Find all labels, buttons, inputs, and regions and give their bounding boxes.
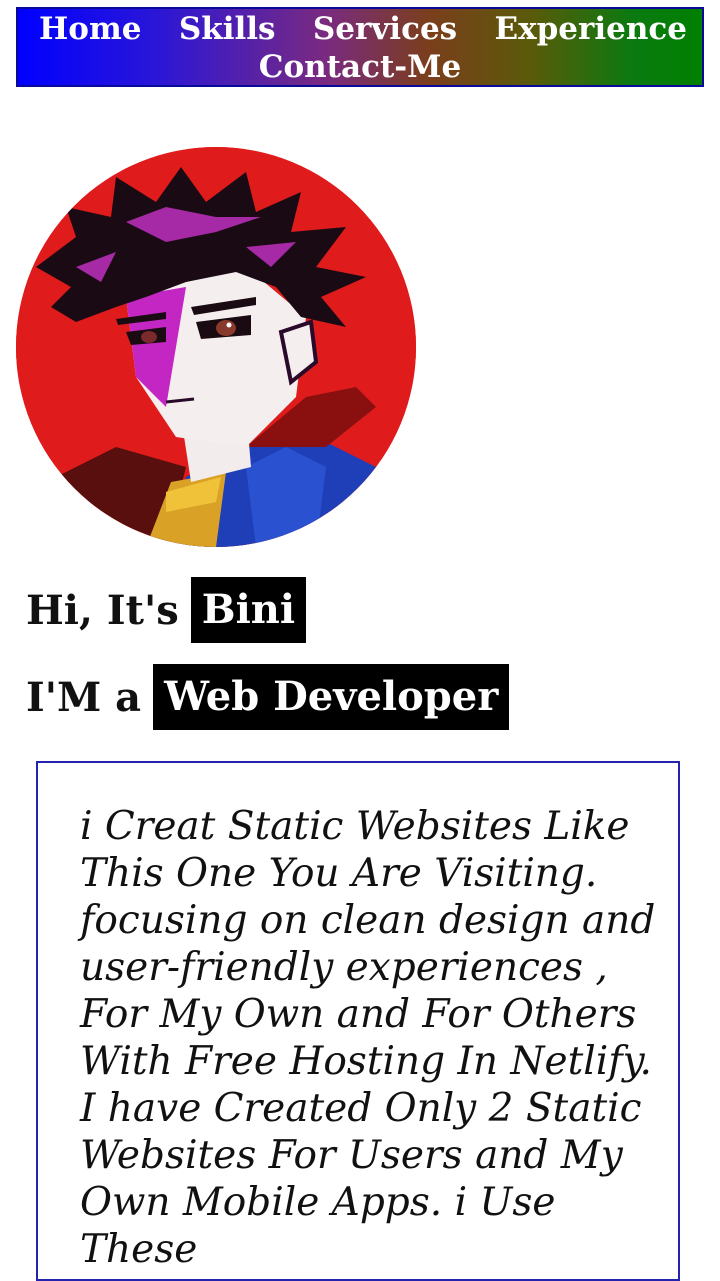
profile-avatar (16, 147, 416, 547)
nav-link-skills[interactable]: Skills (179, 11, 276, 47)
greeting-prefix: Hi, It's (26, 586, 179, 634)
navbar-row: Home Skills Services Experience (18, 11, 702, 47)
role-highlight: Web Developer (153, 664, 510, 730)
role-heading: I'M a Web Developer (26, 664, 510, 730)
nav-link-services[interactable]: Services (313, 11, 457, 47)
nav-link-home[interactable]: Home (39, 11, 142, 47)
nav-link-contact-me[interactable]: Contact-Me (259, 49, 461, 85)
greeting-heading: Hi, It's Bini (26, 577, 307, 643)
name-highlight: Bini (190, 577, 307, 643)
navbar-row-2: Contact-Me (18, 49, 702, 85)
top-navbar: Home Skills Services Experience Contact-… (16, 7, 704, 87)
about-card: i Creat Static Websites Like This One Yo… (36, 761, 680, 1281)
anime-boy-illustration (16, 147, 416, 547)
role-prefix: I'M a (26, 673, 142, 721)
about-description: i Creat Static Websites Like This One Yo… (80, 804, 656, 1272)
nav-link-experience[interactable]: Experience (494, 11, 686, 47)
